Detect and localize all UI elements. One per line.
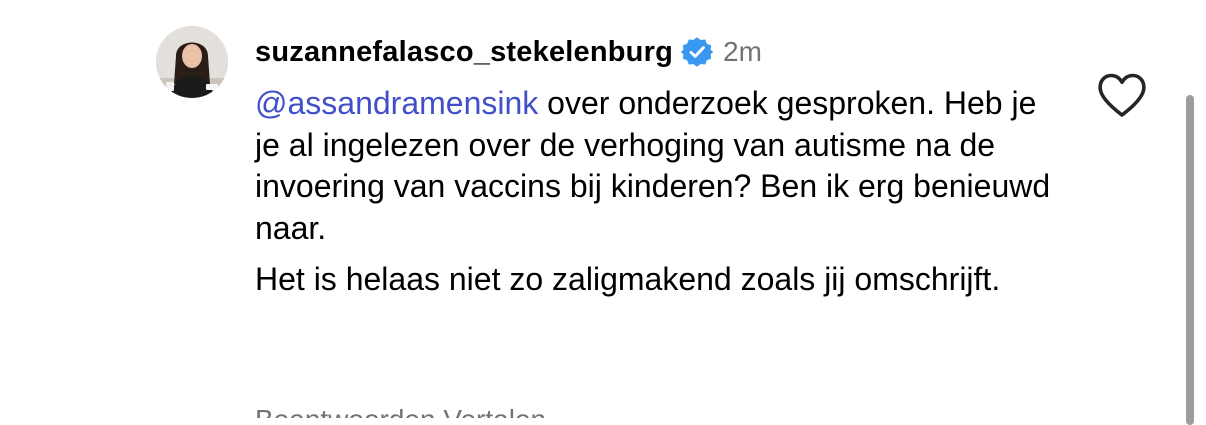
timestamp: 2m xyxy=(723,36,762,67)
username[interactable]: suzannefalasco_stekelenburg xyxy=(255,36,673,69)
comment-header: suzannefalasco_stekelenburg 2m xyxy=(255,30,762,74)
scrollbar[interactable] xyxy=(1186,95,1194,425)
comment-paragraph-1: @assandramensink over onderzoek gesproke… xyxy=(255,83,1055,249)
comment-actions[interactable]: Beantwoorden Vertalen xyxy=(255,404,655,418)
like-button[interactable] xyxy=(1097,73,1147,119)
avatar[interactable] xyxy=(156,26,228,98)
comment-paragraph-2: Het is helaas niet zo zaligmakend zoals … xyxy=(255,261,1001,297)
mention-link[interactable]: @assandramensink xyxy=(255,85,538,121)
comment-text: @assandramensink over onderzoek gesproke… xyxy=(255,83,1055,301)
comment: suzannefalasco_stekelenburg 2m @assandra… xyxy=(0,0,1206,425)
profile-photo xyxy=(156,26,228,98)
verified-badge-icon xyxy=(680,36,714,68)
heart-outline-icon xyxy=(1098,73,1146,117)
